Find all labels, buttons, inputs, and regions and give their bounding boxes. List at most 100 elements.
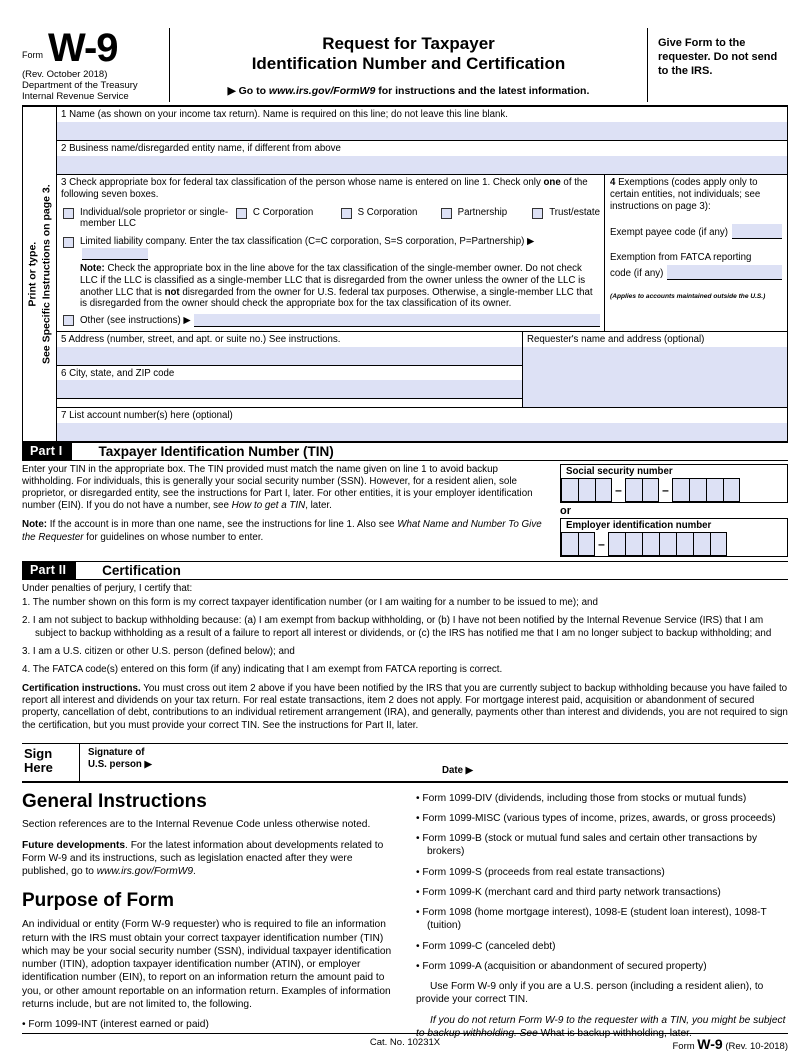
footer-form-number: W-9 [697, 1036, 723, 1052]
form-bullet-item: • Form 1099-MISC (various types of incom… [416, 812, 776, 824]
irs-url-text[interactable]: www.irs.gov/FormW9 [269, 85, 375, 97]
page-footer: Cat. No. 10231X Form W-9 (Rev. 10-2018) [22, 1033, 788, 1052]
checkbox-group-partnership[interactable]: Partnership [440, 207, 533, 219]
form-bullet-item: • Form 1098 (home mortgage interest), 10… [416, 907, 767, 932]
ssn-cell[interactable] [689, 477, 706, 502]
address-block: 5 Address (number, street, and apt. or s… [57, 332, 522, 407]
ein-cell[interactable] [676, 531, 693, 556]
fatca-code-input[interactable] [667, 264, 782, 280]
instructions-left-column: General Instructions Section references … [22, 791, 394, 1048]
checkbox-c-corporation[interactable] [235, 207, 247, 219]
part-1-body: Enter your TIN in the appropriate box. T… [22, 461, 788, 561]
ssn-cell[interactable] [672, 477, 689, 502]
llc-label: Limited liability company. Enter the tax… [80, 236, 600, 261]
department-line-2: Internal Revenue Service [22, 90, 129, 102]
header-left-block: Form W-9 (Rev. October 2018) Department … [22, 26, 170, 103]
requester-block: Requester's name and address (optional) [522, 331, 787, 407]
line-5-address-row: 5 Address (number, street, and apt. or s… [57, 332, 522, 366]
ein-cell[interactable] [561, 531, 578, 556]
requester-name-address-input[interactable] [523, 346, 787, 407]
line-4-label: 4 Exemptions (codes apply only to certai… [610, 177, 782, 213]
line-2-business-name-input[interactable] [57, 155, 787, 174]
signature-fields: Signature of U.S. person ▶ Date ▶ [80, 744, 788, 781]
ssn-dash-1: – [615, 482, 622, 497]
part-2-body: Under penalties of perjury, I certify th… [22, 580, 788, 740]
purpose-of-form-paragraph: An individual or entity (Form W-9 reques… [22, 919, 392, 1010]
line-6-city-state-zip-row: 6 City, state, and ZIP code [57, 366, 522, 400]
ssn-dash-2: – [662, 482, 669, 497]
ein-cells[interactable]: – [561, 531, 787, 556]
arrow-right-icon: ▶ Go to [227, 85, 269, 98]
part-1-title: Taxpayer Identification Number (TIN) [98, 443, 334, 459]
taxpayer-info-box: Print or type. See Specific Instructions… [22, 107, 788, 442]
fatca-code-row: code (if any) [610, 264, 782, 280]
catalog-number: Cat. No. 10231X [369, 1037, 441, 1048]
line-5-address-input[interactable] [57, 346, 522, 365]
part-1-header: Part I Taxpayer Identification Number (T… [22, 441, 788, 461]
ein-cell[interactable] [642, 531, 659, 556]
other-checkbox-row: Other (see instructions) ▶ [57, 310, 604, 331]
field-column: 1 Name (as shown on your income tax retu… [57, 107, 787, 441]
exempt-payee-code-input[interactable] [731, 223, 782, 239]
certification-item: 1. The number shown on this form is my c… [22, 596, 598, 608]
ssn-cell[interactable] [561, 477, 578, 502]
ein-dash: – [598, 536, 605, 551]
ein-cell[interactable] [608, 531, 625, 556]
checkbox-group-s-corp[interactable]: S Corporation [340, 207, 441, 219]
part-1-instructions: Enter your TIN in the appropriate box. T… [22, 464, 560, 557]
checkbox-partnership[interactable] [440, 207, 452, 219]
issuing-department: Department of the Treasury Internal Reve… [22, 80, 163, 102]
form-number-title: W-9 [48, 26, 119, 70]
part-2-header: Part II Certification [22, 560, 788, 580]
ssn-cell[interactable] [642, 477, 659, 502]
checkbox-group-individual[interactable]: Individual/sole proprietor or single-mem… [63, 207, 236, 230]
future-developments-url[interactable]: www.irs.gov/FormW9 [97, 866, 193, 877]
form-bullet-item: • Form 1099-C (canceled debt) [416, 940, 556, 952]
part-1-paragraph-1-end: , later. [305, 500, 332, 512]
ssn-cell[interactable] [706, 477, 723, 502]
checkbox-trust-estate[interactable] [532, 207, 544, 219]
checkbox-individual-sole-proprietor[interactable] [63, 207, 74, 219]
line-7-account-numbers-input[interactable] [57, 422, 787, 441]
ein-cell[interactable] [710, 531, 727, 556]
checkbox-limited-liability-company[interactable] [63, 237, 74, 249]
ein-cell[interactable] [578, 531, 595, 556]
line-6-city-state-zip-input[interactable] [57, 380, 522, 399]
checkbox-group-c-corp[interactable]: C Corporation [235, 207, 341, 219]
line-1-name-input[interactable] [57, 121, 787, 140]
ein-cell[interactable] [659, 531, 676, 556]
form-bullet-item: • Form 1099-S (proceeds from real estate… [416, 866, 665, 878]
llc-note: Note: Check the appropriate box in the l… [57, 261, 604, 310]
form-bullet-item: • Form 1099-K (merchant card and third p… [416, 886, 721, 898]
certification-item: 3. I am a U.S. citizen or other U.S. per… [22, 645, 295, 657]
other-classification-input[interactable] [193, 313, 600, 327]
ssn-cells[interactable]: – – [561, 477, 787, 502]
part-2-tag: Part II [22, 561, 77, 579]
part-2-title: Certification [102, 562, 181, 578]
classification-checkbox-row: Individual/sole proprietor or single-mem… [57, 201, 604, 230]
ein-cell[interactable] [625, 531, 642, 556]
ssn-cell[interactable] [625, 477, 642, 502]
checkbox-group-trust-estate[interactable]: Trust/estate [532, 207, 600, 219]
sign-here-label: Sign Here [22, 743, 80, 781]
form-identity: Form W-9 [22, 26, 163, 70]
future-developments-paragraph: Future developments. For the latest info… [22, 839, 394, 879]
date-label[interactable]: Date ▶ [442, 765, 473, 776]
checkbox-s-corporation[interactable] [340, 207, 352, 219]
form-header: Form W-9 (Rev. October 2018) Department … [22, 26, 788, 108]
ssn-cell[interactable] [578, 477, 595, 502]
sidebar-line-2: See Specific Instructions on page 3. [40, 184, 53, 364]
footer-form-identity: Form W-9 (Rev. 10-2018) [672, 1036, 788, 1052]
certification-intro: Under penalties of perjury, I certify th… [22, 582, 193, 594]
ssn-cell[interactable] [595, 477, 612, 502]
sidebar-line-1: Print or type. [26, 241, 39, 307]
ein-cell[interactable] [693, 531, 710, 556]
signature-label-line-2[interactable]: U.S. person ▶ [88, 759, 152, 771]
print-or-type-sidebar: Print or type. See Specific Instructions… [23, 107, 57, 441]
llc-tax-classification-input[interactable] [82, 247, 148, 260]
ssn-cell[interactable] [723, 477, 740, 502]
checkbox-other[interactable] [63, 315, 74, 327]
line-3-classification-block: 3 Check appropriate box for federal tax … [57, 175, 604, 331]
other-label: Other (see instructions) ▶ [80, 314, 191, 326]
footer-form-revision: (Rev. 10-2018) [722, 1041, 788, 1052]
